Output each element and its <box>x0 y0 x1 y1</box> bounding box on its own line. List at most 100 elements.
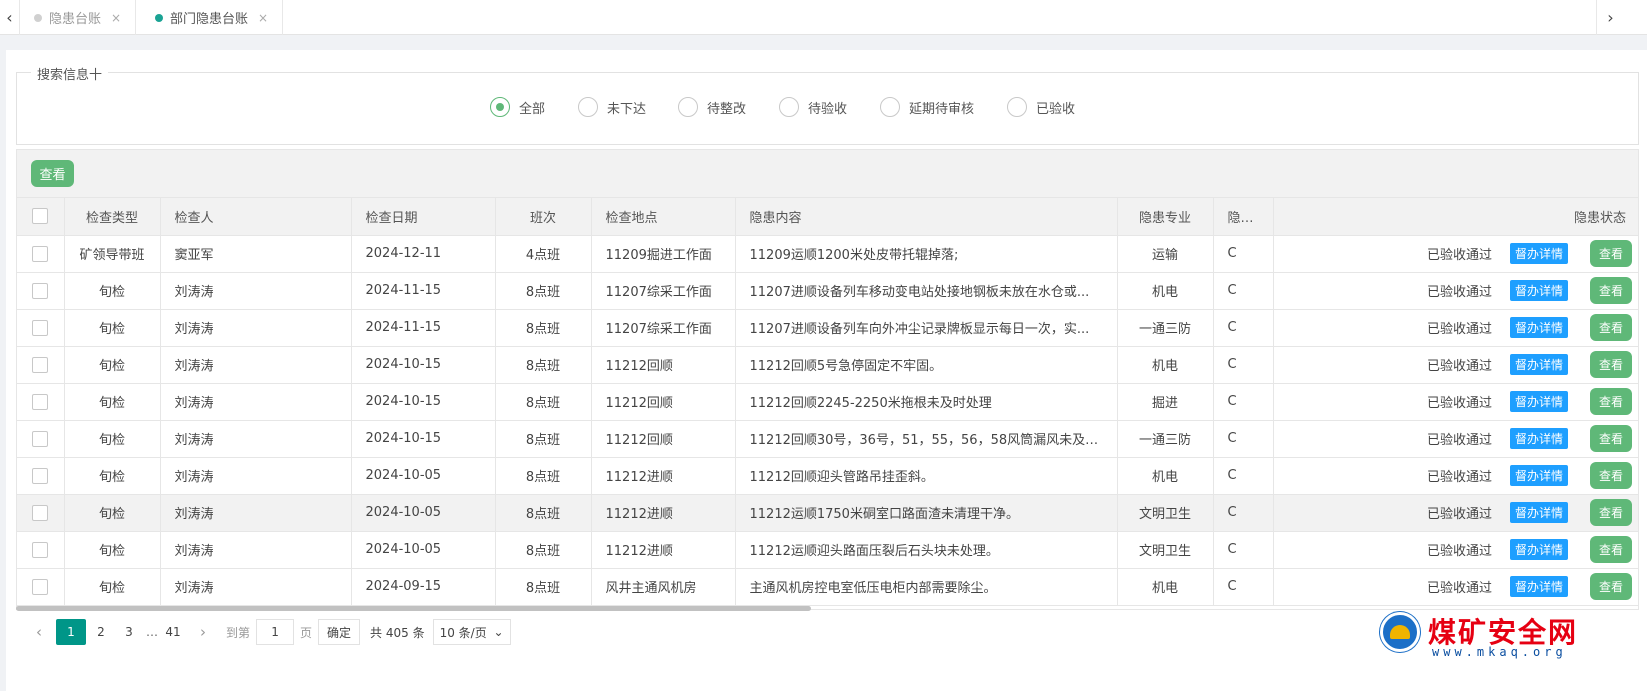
row-checkbox[interactable] <box>32 356 49 373</box>
goto-page-input[interactable] <box>256 619 295 645</box>
col-header[interactable]: 隐患等 <box>1213 198 1274 236</box>
table-row[interactable]: 旬检 刘涛涛 2024-10-15 8点班 11212回顺 11212回顺5号急停固定不牢… <box>17 346 1638 384</box>
radio-pending-accept[interactable]: 待验收 <box>779 97 847 117</box>
row-view-button[interactable]: 查看 <box>1590 536 1632 563</box>
supervise-detail-button[interactable]: 督办详情 <box>1509 539 1568 560</box>
radio-not-issued[interactable]: 未下达 <box>578 97 646 117</box>
col-header[interactable]: 检查地点 <box>591 198 736 236</box>
col-header[interactable]: 班次 <box>495 198 592 236</box>
tab-hazard-ledger[interactable]: 隐患台账 × <box>20 0 137 35</box>
tab-label: 部门隐患台账 <box>170 12 249 27</box>
tab-close-icon[interactable]: × <box>111 11 121 25</box>
table-cell: 旬检 <box>64 383 161 421</box>
radio-all[interactable]: 全部 <box>490 97 545 117</box>
table-cell: 11212运顺1750米硐室口路面渣未清理干净。 <box>735 494 1118 532</box>
radio-pending-rectify[interactable]: 待整改 <box>678 97 746 117</box>
table-cell: 8点班 <box>495 531 592 569</box>
table-row[interactable]: 旬检 刘涛涛 2024-10-15 8点班 11212回顺 11212回顺2245-225… <box>17 383 1638 421</box>
table-cell: 旬检 <box>64 494 161 532</box>
tab-label: 隐患台账 <box>49 12 102 27</box>
table-cell: 旬检 <box>64 531 161 569</box>
col-header[interactable]: 隐患状态 <box>1273 198 1638 236</box>
row-checkbox[interactable] <box>32 282 49 299</box>
page-button-current[interactable]: 1 <box>56 619 86 645</box>
row-view-button[interactable]: 查看 <box>1590 240 1632 267</box>
table-cell: 2024-11-15 <box>351 309 496 347</box>
page-button[interactable]: 3 <box>116 619 142 645</box>
page-button[interactable]: 2 <box>88 619 114 645</box>
row-view-button[interactable]: 查看 <box>1590 351 1632 378</box>
col-header[interactable]: 检查类型 <box>64 198 161 236</box>
table-row[interactable]: 旬检 刘涛涛 2024-11-15 8点班 11207综采工作面 11207进顺设备列车移… <box>17 272 1638 310</box>
tab-close-icon[interactable]: × <box>258 11 268 25</box>
row-checkbox[interactable] <box>32 578 49 595</box>
horizontal-scrollbar[interactable] <box>16 606 811 611</box>
table-row[interactable]: 旬检 刘涛涛 2024-11-15 8点班 11207综采工作面 11207进顺设备列车向… <box>17 309 1638 347</box>
supervise-detail-button[interactable]: 督办详情 <box>1509 576 1568 597</box>
supervise-detail-button[interactable]: 督办详情 <box>1509 465 1568 486</box>
row-view-button[interactable]: 查看 <box>1590 425 1632 452</box>
table-row[interactable]: 矿领导带班 窦亚军 2024-12-11 4点班 11209掘进工作面 11209运顺12… <box>17 235 1638 273</box>
table-cell: 8点班 <box>495 420 592 458</box>
supervise-detail-button[interactable]: 督办详情 <box>1509 243 1568 264</box>
row-checkbox[interactable] <box>32 430 49 447</box>
next-page-icon[interactable]: › <box>188 619 218 645</box>
table-cell: 8点班 <box>495 568 592 606</box>
tab-scroll-left-icon[interactable]: ‹ <box>0 0 20 35</box>
table-cell: 11209运顺1200米处皮带托辊掉落; <box>735 235 1118 273</box>
search-legend[interactable]: 搜索信息十 <box>31 64 109 83</box>
row-actions-cell: 已验收通过 督办详情 查看 <box>1273 346 1638 384</box>
col-header[interactable]: 检查人 <box>160 198 352 236</box>
row-view-button[interactable]: 查看 <box>1590 462 1632 489</box>
row-checkbox[interactable] <box>32 245 49 262</box>
table-cell: 8点班 <box>495 346 592 384</box>
table-cell: 2024-10-15 <box>351 346 496 384</box>
supervise-detail-button[interactable]: 督办详情 <box>1509 391 1568 412</box>
supervise-detail-button[interactable]: 督办详情 <box>1509 428 1568 449</box>
row-checkbox[interactable] <box>32 393 49 410</box>
table-row[interactable]: 旬检 刘涛涛 2024-10-15 8点班 11212回顺 11212回顺30号，36号，… <box>17 420 1638 458</box>
table-cell: 11212运顺迎头路面压裂后石头块未处理。 <box>735 531 1118 569</box>
row-view-button[interactable]: 查看 <box>1590 499 1632 526</box>
row-view-button[interactable]: 查看 <box>1590 388 1632 415</box>
prev-page-icon[interactable]: ‹ <box>24 619 54 645</box>
table-cell: 文明卫生 <box>1117 494 1214 532</box>
row-checkbox[interactable] <box>32 319 49 336</box>
table-row[interactable]: 旬检 刘涛涛 2024-10-05 8点班 11212进顺 11212运顺迎头路面压裂后石… <box>17 531 1638 569</box>
row-checkbox[interactable] <box>32 467 49 484</box>
radio-label: 延期待审核 <box>909 101 975 117</box>
table-cell: 8点班 <box>495 309 592 347</box>
tab-scroll-right-icon[interactable]: › <box>1596 0 1624 35</box>
radio-icon <box>578 97 598 117</box>
supervise-detail-button[interactable]: 督办详情 <box>1509 354 1568 375</box>
radio-extension-review[interactable]: 延期待审核 <box>880 97 974 117</box>
table-cell: 机电 <box>1117 272 1214 310</box>
col-header[interactable]: 隐患内容 <box>735 198 1118 236</box>
supervise-detail-button[interactable]: 督办详情 <box>1509 317 1568 338</box>
table-row[interactable]: 旬检 刘涛涛 2024-10-05 8点班 11212进顺 11212运顺1750米硐室口… <box>17 494 1638 532</box>
table-cell: 机电 <box>1117 346 1214 384</box>
table-cell: C <box>1213 568 1274 606</box>
row-checkbox[interactable] <box>32 541 49 558</box>
page-button-last[interactable]: 41 <box>160 619 186 645</box>
col-header[interactable]: 检查日期 <box>351 198 496 236</box>
supervise-detail-button[interactable]: 督办详情 <box>1509 502 1568 523</box>
goto-confirm-button[interactable]: 确定 <box>318 619 361 645</box>
page-unit-label: 页 <box>300 625 313 640</box>
page-size-select[interactable]: 10 条/页 ⌄ <box>432 619 511 645</box>
table-cell: 11212回顺30号，36号，51，55，56，58风筒漏风未及时... <box>735 420 1118 458</box>
view-button[interactable]: 查看 <box>31 160 74 187</box>
row-view-button[interactable]: 查看 <box>1590 277 1632 304</box>
table-cell: 窦亚军 <box>160 235 352 273</box>
tab-dept-hazard-ledger[interactable]: 部门隐患台账 × <box>141 0 284 35</box>
table-cell: 一通三防 <box>1117 420 1214 458</box>
table-row[interactable]: 旬检 刘涛涛 2024-09-15 8点班 风井主通风机房 主通风机房控电室低压电柜内部需… <box>17 568 1638 606</box>
col-header[interactable]: 隐患专业 <box>1117 198 1214 236</box>
row-view-button[interactable]: 查看 <box>1590 573 1632 600</box>
supervise-detail-button[interactable]: 督办详情 <box>1509 280 1568 301</box>
row-view-button[interactable]: 查看 <box>1590 314 1632 341</box>
table-row[interactable]: 旬检 刘涛涛 2024-10-05 8点班 11212进顺 11212回顺迎头管路吊挂歪斜… <box>17 457 1638 495</box>
radio-accepted[interactable]: 已验收 <box>1007 97 1075 117</box>
select-all-checkbox[interactable] <box>32 208 49 225</box>
row-checkbox[interactable] <box>32 504 49 521</box>
